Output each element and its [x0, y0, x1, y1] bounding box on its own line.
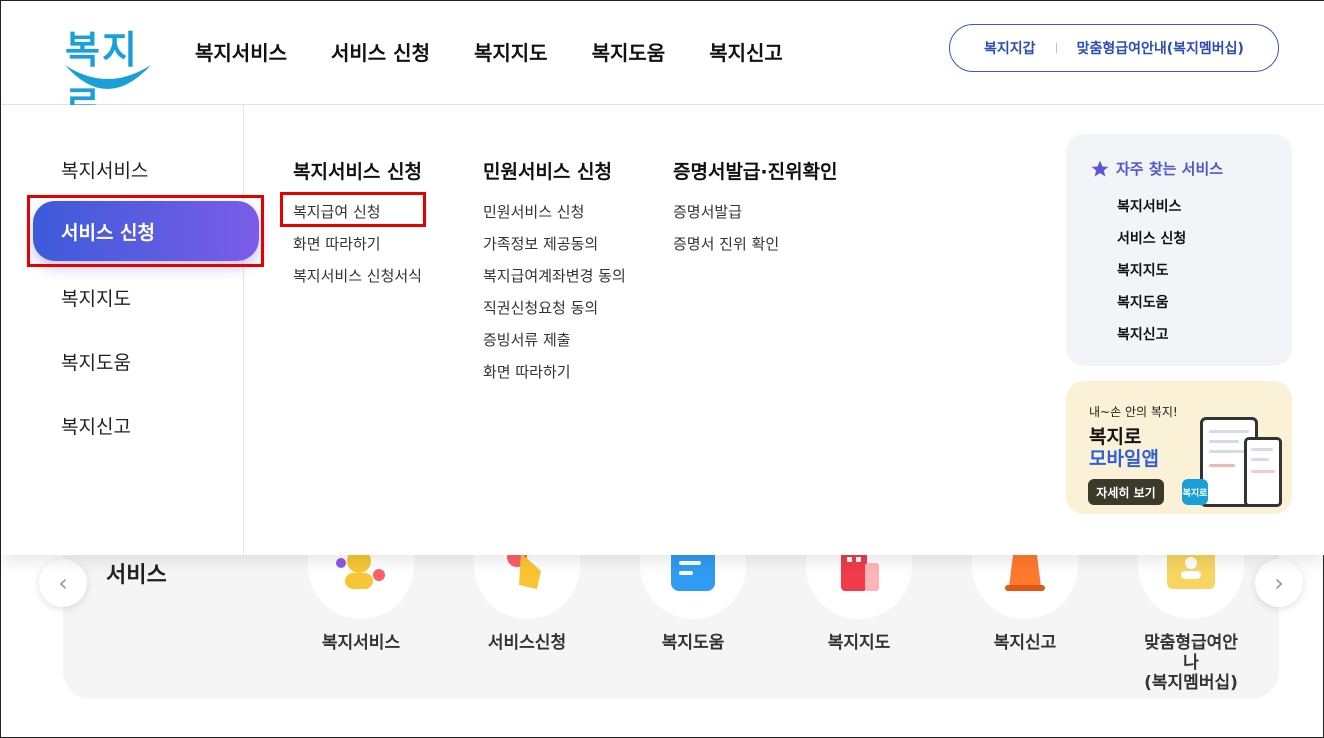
menu-link-tutorial[interactable]: 화면 따라하기: [293, 233, 381, 254]
banner-title-highlight: 모바일앱: [1089, 448, 1159, 470]
global-nav: 복지서비스 서비스 신청 복지지도 복지도움 복지신고: [195, 37, 783, 66]
gnb-item-welfare-help[interactable]: 복지도움: [592, 37, 666, 66]
service-section-title: 서비스: [106, 563, 167, 588]
sidebar-item-welfare-map[interactable]: 복지지도: [61, 284, 131, 311]
service-card-label: 복지도움: [661, 633, 725, 653]
phone-image: [1244, 437, 1282, 507]
menu-link-account-change[interactable]: 복지급여계좌변경 동의: [483, 265, 626, 286]
menu-link-ex-officio[interactable]: 직권신청요청 동의: [483, 297, 598, 318]
phone-ui-line: [1251, 470, 1275, 473]
gnb-item-service-apply[interactable]: 서비스 신청: [331, 37, 430, 66]
menu-link-verify[interactable]: 증명서 진위 확인: [673, 233, 779, 254]
banner-subtitle: 내~손 안의 복지!: [1089, 405, 1178, 419]
mega-menu: 복지서비스 서비스 신청 복지지도 복지도움 복지신고 복지서비스 신청 복지급…: [1, 105, 1324, 555]
highlight-box: [27, 195, 264, 267]
gnb-item-welfare-map[interactable]: 복지지도: [474, 37, 548, 66]
site-header: 복지로 복지서비스 서비스 신청 복지지도 복지도움 복지신고 복지지갑 맞춤형…: [1, 1, 1324, 127]
divider: [1055, 43, 1057, 53]
menu-link-certificate[interactable]: 증명서발급: [673, 201, 742, 222]
mega-menu-sidebar: 복지서비스 서비스 신청 복지지도 복지도움 복지신고: [1, 105, 259, 555]
util-links: 복지지갑 맞춤형급여안내(복지멤버십): [949, 24, 1279, 72]
phone-ui-line: [1251, 448, 1273, 451]
menu-link-family-consent[interactable]: 가족정보 제공동의: [483, 233, 598, 254]
service-card-label: 복지서비스: [321, 633, 401, 653]
carousel-prev-button[interactable]: ‹: [39, 559, 87, 607]
service-card-label: 복지지도: [827, 633, 891, 653]
favorite-link[interactable]: 복지신고: [1117, 324, 1169, 344]
carousel-next-button[interactable]: ›: [1255, 559, 1303, 607]
favorite-link[interactable]: 복지지도: [1117, 260, 1169, 280]
favorite-services-box: 자주 찾는 서비스 복지서비스 서비스 신청 복지지도 복지도움 복지신고: [1066, 134, 1292, 366]
menu-link-submit-docs[interactable]: 증빙서류 제출: [483, 329, 571, 350]
phone-ui-line: [1209, 440, 1239, 443]
menu-link-forms[interactable]: 복지서비스 신청서식: [293, 265, 422, 286]
service-card-label: 서비스신청: [487, 633, 567, 653]
favorite-link[interactable]: 복지도움: [1117, 292, 1169, 312]
service-card-label: 맞춤형급여안나 (복지멤버십): [1144, 633, 1238, 693]
phone-ui-line: [1251, 458, 1269, 461]
sidebar-item-welfare-service[interactable]: 복지서비스: [61, 156, 148, 183]
membership-link[interactable]: 맞춤형급여안내(복지멤버십): [1077, 38, 1244, 58]
chevron-right-icon: ›: [1274, 569, 1284, 597]
welfare-wallet-link[interactable]: 복지지갑: [984, 38, 1036, 58]
mobile-app-banner[interactable]: 내~손 안의 복지! 복지로 모바일앱 자세히 보기 복지로: [1066, 381, 1292, 514]
app-logo: 복지로: [1182, 479, 1208, 505]
highlight-box: [280, 192, 426, 227]
favorite-header: 자주 찾는 서비스: [1090, 158, 1223, 179]
phone-ui-line: [1209, 464, 1235, 467]
column-title: 복지서비스 신청: [293, 161, 422, 183]
banner-more-button[interactable]: 자세히 보기: [1088, 479, 1164, 505]
window-frame: 서비스 ‹ › 복지서비스 서비스신청 복지도움 복지지도 복지신고 맞춤형급여…: [0, 0, 1324, 738]
chevron-left-icon: ‹: [58, 569, 68, 597]
favorite-title: 자주 찾는 서비스: [1116, 160, 1224, 178]
sidebar-item-welfare-report[interactable]: 복지신고: [61, 412, 131, 439]
favorite-link[interactable]: 서비스 신청: [1117, 228, 1186, 248]
star-icon: [1091, 160, 1109, 176]
site-logo[interactable]: 복지로: [59, 19, 155, 127]
gnb-item-welfare-service[interactable]: 복지서비스: [195, 37, 287, 66]
menu-link-civil-apply[interactable]: 민원서비스 신청: [483, 201, 584, 222]
smile-logo-icon: [65, 65, 151, 89]
favorite-link[interactable]: 복지서비스: [1117, 196, 1181, 216]
service-card-label: 복지신고: [993, 633, 1057, 653]
column-title: 증명서발급·진위확인: [673, 161, 838, 183]
phone-ui-line: [1209, 430, 1249, 433]
gnb-item-welfare-report[interactable]: 복지신고: [709, 37, 783, 66]
sidebar-item-welfare-help[interactable]: 복지도움: [61, 348, 131, 375]
column-title: 민원서비스 신청: [483, 161, 612, 183]
menu-link-tutorial[interactable]: 화면 따라하기: [483, 361, 571, 382]
